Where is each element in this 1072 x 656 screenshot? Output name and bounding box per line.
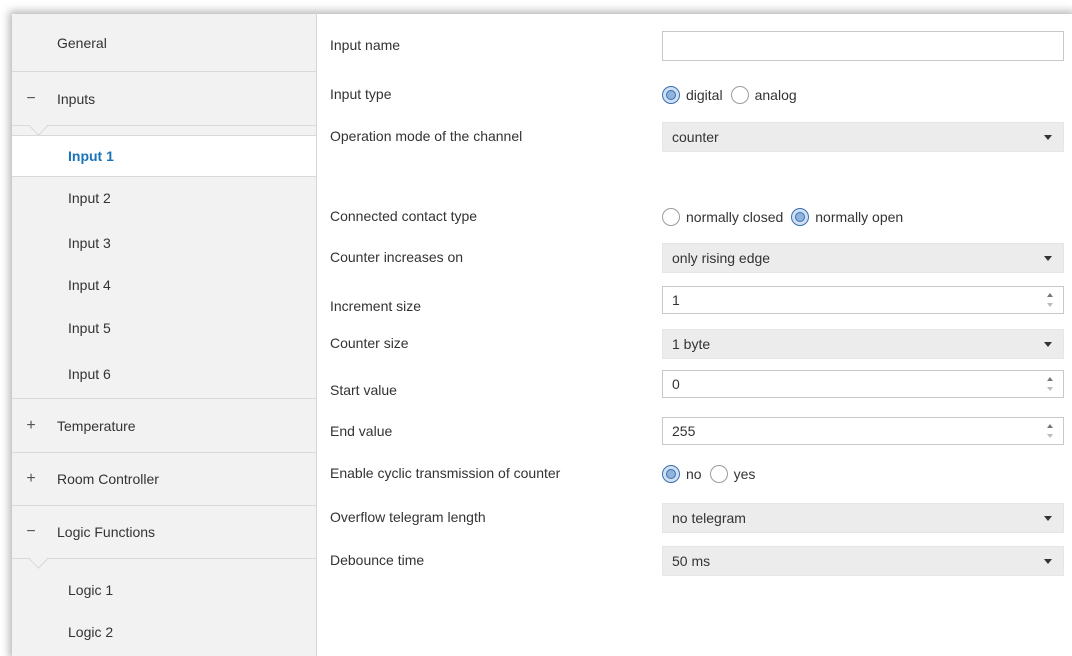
radio-unchecked-icon[interactable] <box>730 86 749 104</box>
row-operation-mode: Operation mode of the channel counter <box>317 122 1072 152</box>
sidebar-item-label: Input 5 <box>68 320 111 336</box>
row-counter-increases: Counter increases on only rising edge <box>317 243 1072 273</box>
sidebar-item-label: Input 2 <box>68 190 111 206</box>
chevron-down-icon <box>1044 559 1052 564</box>
row-input-name: Input name <box>317 31 1072 61</box>
debounce-time-select[interactable]: 50 ms <box>662 546 1064 576</box>
sidebar-item-label: Logic 2 <box>68 624 114 640</box>
contact-type-normally-open-radio[interactable]: normally open <box>791 208 903 226</box>
radio-checked-icon[interactable] <box>662 86 680 104</box>
counter-size-select[interactable]: 1 byte <box>662 329 1064 359</box>
increment-size-spinbox[interactable]: 1 <box>662 286 1064 314</box>
row-increment-size: Increment size 1 <box>317 286 1072 316</box>
radio-checked-icon[interactable] <box>662 465 680 483</box>
sidebar: General − Inputs Input 1 Input 2 Input 3… <box>12 14 317 656</box>
input-type-label: Input type <box>330 86 392 102</box>
app-window: General − Inputs Input 1 Input 2 Input 3… <box>12 14 1072 656</box>
contact-type-normally-closed-radio[interactable]: normally closed <box>662 208 783 226</box>
radio-unchecked-icon[interactable] <box>709 465 728 483</box>
cyclic-transmission-no-radio[interactable]: no <box>662 465 702 483</box>
parameter-panel: Input name Input type digital analog Ope… <box>317 14 1072 656</box>
counter-size-label: Counter size <box>330 335 409 351</box>
sidebar-item-input-4[interactable]: Input 4 <box>12 264 316 306</box>
row-contact-type: Connected contact type normally closed n… <box>317 202 1072 232</box>
input-name-label: Input name <box>330 37 401 53</box>
cyclic-transmission-yes-radio[interactable]: yes <box>709 465 755 483</box>
chevron-down-icon <box>1044 135 1052 140</box>
chevron-down-icon <box>1044 516 1052 521</box>
expand-icon[interactable]: + <box>24 417 38 435</box>
counter-increases-select[interactable]: only rising edge <box>662 243 1064 273</box>
input-type-digital-radio[interactable]: digital <box>662 86 723 104</box>
sidebar-item-input-6[interactable]: Input 6 <box>12 349 316 399</box>
overflow-length-label: Overflow telegram length <box>330 509 486 525</box>
end-value-spinbox[interactable]: 255 <box>662 417 1064 445</box>
sidebar-item-label: Logic Functions <box>57 524 156 540</box>
sidebar-item-label: Room Controller <box>57 471 159 487</box>
overflow-length-select[interactable]: no telegram <box>662 503 1064 533</box>
operation-mode-select[interactable]: counter <box>662 122 1064 152</box>
radio-checked-icon[interactable] <box>791 208 810 226</box>
collapse-icon[interactable]: − <box>24 523 38 541</box>
spinner-arrows-icon[interactable] <box>1047 376 1055 394</box>
chevron-down-icon <box>1044 256 1052 261</box>
sidebar-item-logic-2[interactable]: Logic 2 <box>12 612 316 652</box>
input-name-field[interactable] <box>662 31 1064 61</box>
sidebar-item-input-3[interactable]: Input 3 <box>12 222 316 264</box>
sidebar-group-room-controller[interactable]: + Room Controller <box>12 453 316 506</box>
debounce-time-label: Debounce time <box>330 552 425 568</box>
input-type-radio-group: digital analog <box>662 82 805 108</box>
end-value-label: End value <box>330 423 393 439</box>
contact-type-radio-group: normally closed normally open <box>662 204 911 230</box>
sidebar-item-input-5[interactable]: Input 5 <box>12 307 316 349</box>
cyclic-transmission-label: Enable cyclic transmission of counter <box>330 465 561 481</box>
expand-icon[interactable]: + <box>24 470 38 488</box>
row-counter-size: Counter size 1 byte <box>317 329 1072 359</box>
radio-unchecked-icon[interactable] <box>662 208 680 226</box>
sidebar-group-logic-functions[interactable]: − Logic Functions <box>12 506 316 559</box>
increment-size-label: Increment size <box>330 298 422 314</box>
sidebar-item-label: Input 1 <box>68 148 114 164</box>
row-debounce-time: Debounce time 50 ms <box>317 546 1072 576</box>
sidebar-item-logic-1[interactable]: Logic 1 <box>12 570 316 610</box>
operation-mode-label: Operation mode of the channel <box>330 128 523 144</box>
sidebar-item-input-2[interactable]: Input 2 <box>12 177 316 219</box>
sidebar-group-temperature[interactable]: + Temperature <box>12 399 316 453</box>
sidebar-item-label: General <box>57 34 107 51</box>
sidebar-item-general[interactable]: General <box>12 14 316 72</box>
sidebar-item-label: Logic 1 <box>68 582 114 598</box>
contact-type-label: Connected contact type <box>330 208 478 224</box>
start-value-label: Start value <box>330 382 397 398</box>
chevron-down-icon <box>1044 342 1052 347</box>
sidebar-item-label: Temperature <box>57 417 136 434</box>
row-input-type: Input type digital analog <box>317 80 1072 110</box>
spinner-arrows-icon[interactable] <box>1047 423 1055 441</box>
counter-increases-label: Counter increases on <box>330 249 464 265</box>
start-value-spinbox[interactable]: 0 <box>662 370 1064 398</box>
row-cyclic-transmission: Enable cyclic transmission of counter no… <box>317 459 1072 489</box>
cyclic-transmission-radio-group: no yes <box>662 461 763 487</box>
sidebar-item-label: Input 6 <box>68 365 111 382</box>
sidebar-group-inputs[interactable]: − Inputs <box>12 72 316 126</box>
spinner-arrows-icon[interactable] <box>1047 292 1055 310</box>
row-end-value: End value 255 <box>317 417 1072 447</box>
row-overflow-length: Overflow telegram length no telegram <box>317 503 1072 533</box>
sidebar-item-input-1[interactable]: Input 1 <box>12 135 316 177</box>
row-start-value: Start value 0 <box>317 370 1072 400</box>
input-type-analog-radio[interactable]: analog <box>730 86 797 104</box>
collapse-icon[interactable]: − <box>24 90 38 108</box>
sidebar-item-label: Input 4 <box>68 277 111 293</box>
sidebar-item-label: Inputs <box>57 90 96 107</box>
sidebar-item-label: Input 3 <box>68 235 111 251</box>
